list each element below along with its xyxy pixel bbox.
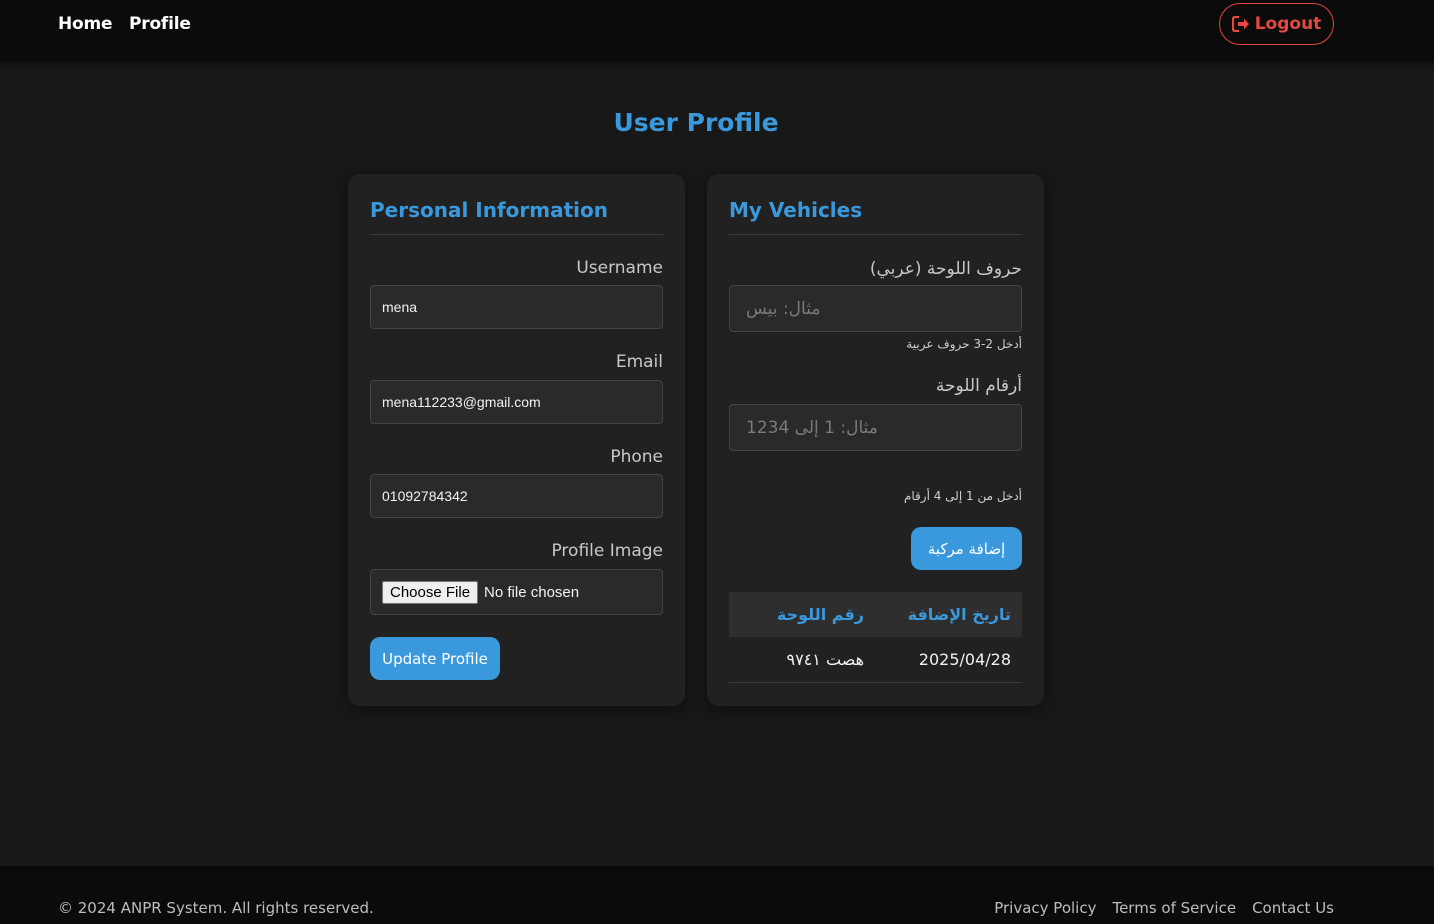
logout-label: Logout <box>1254 14 1322 34</box>
footer-links: Privacy Policy Terms of Service Contact … <box>994 899 1334 917</box>
email-label: Email <box>615 352 663 372</box>
vehicle-plate-cell: هصت ٩٧٤١ <box>786 650 864 669</box>
file-status: No file chosen <box>484 583 580 601</box>
plate-letters-hint: أدخل 2-3 حروف عربية <box>906 337 1022 351</box>
table-header: تاريخ الإضافة رقم اللوحة <box>729 592 1022 637</box>
top-navbar: Home Profile Logout <box>0 0 1434 62</box>
logout-button[interactable]: Logout <box>1219 3 1334 45</box>
username-label: Username <box>576 258 663 278</box>
nav-home-link[interactable]: Home <box>58 14 113 34</box>
nav-profile-link[interactable]: Profile <box>129 14 191 34</box>
username-field[interactable]: mena <box>370 285 663 329</box>
vehicles-title: My Vehicles <box>729 198 863 222</box>
copyright-text: © 2024 ANPR System. All rights reserved. <box>58 899 374 917</box>
contact-us-link[interactable]: Contact Us <box>1252 899 1334 917</box>
vehicles-card: My Vehicles حروف اللوحة (عربي) مثال: بيس… <box>707 174 1044 706</box>
table-row: 2025/04/28 هصت ٩٧٤١ <box>729 637 1022 683</box>
personal-info-card: Personal Information Username mena Email… <box>348 174 685 706</box>
plate-numbers-label: أرقام اللوحة <box>935 376 1022 396</box>
update-profile-button[interactable]: Update Profile <box>370 637 500 680</box>
vehicle-date-cell: 2025/04/28 <box>918 650 1011 669</box>
choose-file-button[interactable]: Choose File <box>382 580 479 604</box>
logout-icon <box>1231 16 1250 32</box>
vehicles-table: تاريخ الإضافة رقم اللوحة 2025/04/28 هصت … <box>729 592 1022 683</box>
plate-number-header: رقم اللوحة <box>776 605 864 624</box>
date-added-header: تاريخ الإضافة <box>907 605 1011 624</box>
privacy-policy-link[interactable]: Privacy Policy <box>994 899 1096 917</box>
add-vehicle-button[interactable]: إضافة مركبة <box>911 527 1022 570</box>
phone-field[interactable]: 01092784342 <box>370 474 663 518</box>
terms-of-service-link[interactable]: Terms of Service <box>1112 899 1236 917</box>
plate-numbers-hint: أدخل من 1 إلى 4 أرقام <box>903 489 1022 503</box>
page-title: User Profile <box>613 108 779 137</box>
plate-letters-label: حروف اللوحة (عربي) <box>869 259 1022 279</box>
profile-image-label: Profile Image <box>551 541 663 561</box>
profile-image-input: Choose File No file chosen <box>370 569 663 615</box>
plate-letters-input[interactable]: مثال: بيس <box>729 285 1022 332</box>
personal-info-title: Personal Information <box>370 198 608 222</box>
footer: © 2024 ANPR System. All rights reserved.… <box>0 866 1434 924</box>
plate-numbers-input[interactable]: مثال: 1 إلى 1234 <box>729 404 1022 451</box>
phone-label: Phone <box>610 447 663 467</box>
email-field[interactable]: mena112233@gmail.com <box>370 380 663 424</box>
card-divider <box>729 234 1022 235</box>
card-divider <box>370 234 663 235</box>
